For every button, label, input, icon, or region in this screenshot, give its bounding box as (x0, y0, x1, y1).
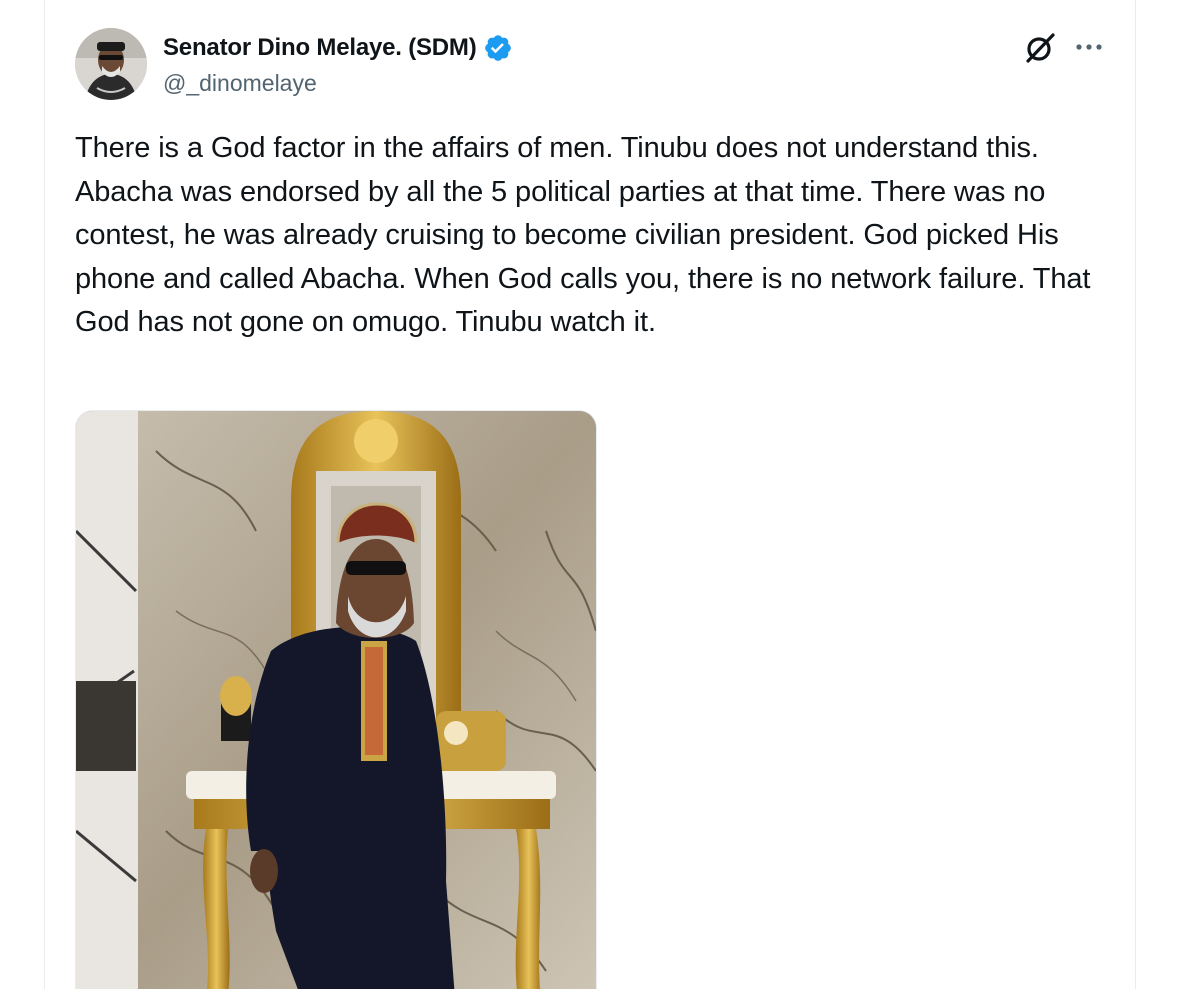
tweet-media-photo[interactable] (75, 410, 597, 989)
more-options-icon[interactable] (1074, 32, 1104, 62)
author-avatar[interactable] (75, 28, 147, 100)
avatar-photo (75, 28, 147, 100)
photo-illustration (76, 411, 596, 989)
verified-badge-icon[interactable] (483, 33, 513, 63)
grok-icon[interactable] (1022, 30, 1058, 66)
author-display-name[interactable]: Senator Dino Melaye. (SDM) (163, 34, 477, 62)
author-handle[interactable]: @_dinomelaye (163, 70, 317, 97)
tweet-body-text: There is a God factor in the affairs of … (75, 132, 1091, 339)
author-name-row: Senator Dino Melaye. (SDM) (163, 32, 513, 64)
page: Senator Dino Melaye. (SDM) @_dinomelaye … (0, 0, 1200, 989)
